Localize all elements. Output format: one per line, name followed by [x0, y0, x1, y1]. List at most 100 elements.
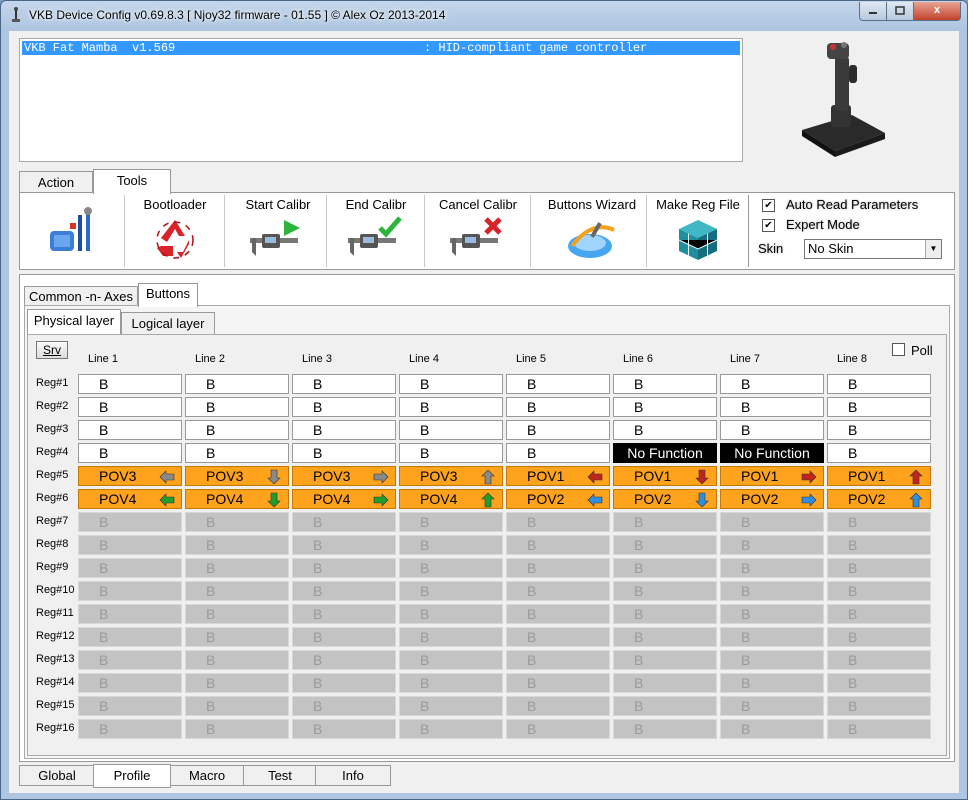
reg-cell[interactable]: B [185, 397, 289, 417]
reg-cell[interactable]: B [506, 512, 610, 532]
reg-cell[interactable]: POV4 [78, 489, 182, 509]
tab-info[interactable]: Info [315, 765, 391, 786]
tab-tools[interactable]: Tools [93, 169, 171, 194]
reg-cell[interactable]: B [506, 604, 610, 624]
reg-cell[interactable]: B [827, 650, 931, 670]
reg-cell[interactable]: B [827, 397, 931, 417]
reg-cell[interactable]: B [185, 558, 289, 578]
reg-cell[interactable]: B [827, 535, 931, 555]
reg-cell[interactable]: B [827, 374, 931, 394]
reg-cell[interactable]: B [720, 397, 824, 417]
reg-cell[interactable]: B [399, 627, 503, 647]
reg-cell[interactable]: B [399, 604, 503, 624]
reg-cell[interactable]: B [827, 420, 931, 440]
tab-test[interactable]: Test [243, 765, 317, 786]
reg-cell[interactable]: B [78, 443, 182, 463]
reg-cell[interactable]: B [506, 535, 610, 555]
tab-logical-layer[interactable]: Logical layer [121, 312, 215, 334]
reg-cell[interactable]: B [399, 673, 503, 693]
reg-cell[interactable]: B [78, 719, 182, 739]
poll-checkbox[interactable] [892, 343, 905, 356]
reg-cell[interactable]: B [506, 719, 610, 739]
reg-cell[interactable]: B [292, 604, 396, 624]
reg-cell[interactable]: B [506, 420, 610, 440]
reg-cell[interactable]: B [506, 397, 610, 417]
reg-cell[interactable]: POV2 [720, 489, 824, 509]
reg-cell[interactable]: B [613, 673, 717, 693]
poll-option[interactable]: Poll [892, 342, 933, 358]
reg-cell[interactable]: B [185, 604, 289, 624]
reg-cell[interactable]: No Function [613, 443, 717, 463]
reg-cell[interactable]: B [292, 673, 396, 693]
reg-cell[interactable]: B [185, 581, 289, 601]
reg-cell[interactable]: B [827, 719, 931, 739]
auto-read-checkbox[interactable]: ✔ [762, 199, 775, 212]
reg-cell[interactable]: B [613, 650, 717, 670]
reg-cell[interactable]: B [827, 673, 931, 693]
reg-cell[interactable]: POV1 [613, 466, 717, 486]
reg-cell[interactable]: B [78, 696, 182, 716]
reg-cell[interactable]: B [506, 374, 610, 394]
reg-cell[interactable]: B [185, 443, 289, 463]
reg-cell[interactable]: B [78, 397, 182, 417]
reg-cell[interactable]: POV2 [506, 489, 610, 509]
reg-cell[interactable]: B [399, 650, 503, 670]
reg-cell[interactable]: B [292, 420, 396, 440]
reg-cell[interactable]: B [720, 420, 824, 440]
reg-cell[interactable]: B [78, 673, 182, 693]
tab-action[interactable]: Action [19, 171, 93, 193]
reg-cell[interactable]: B [720, 604, 824, 624]
reg-cell[interactable]: B [506, 696, 610, 716]
buttons-wizard-button[interactable]: Buttons Wizard [538, 195, 647, 267]
minimize-button[interactable] [859, 2, 887, 21]
reg-cell[interactable]: B [720, 512, 824, 532]
reg-cell[interactable]: POV1 [506, 466, 610, 486]
maximize-button[interactable] [886, 2, 914, 21]
reg-cell[interactable]: B [399, 397, 503, 417]
skin-select[interactable]: No Skin ▼ [804, 239, 942, 259]
reg-cell[interactable]: B [613, 397, 717, 417]
reg-cell[interactable]: B [827, 581, 931, 601]
reg-cell[interactable]: B [720, 650, 824, 670]
reg-cell[interactable]: POV3 [292, 466, 396, 486]
reg-cell[interactable]: B [399, 696, 503, 716]
reg-cell[interactable]: POV4 [185, 489, 289, 509]
reg-cell[interactable]: B [78, 650, 182, 670]
reg-cell[interactable]: B [720, 581, 824, 601]
reg-cell[interactable]: B [506, 650, 610, 670]
reg-cell[interactable]: B [78, 558, 182, 578]
reg-cell[interactable]: B [292, 581, 396, 601]
reg-cell[interactable]: B [399, 558, 503, 578]
reg-cell[interactable]: POV3 [399, 466, 503, 486]
start-calibr-button[interactable]: Start Calibr [230, 195, 327, 267]
reg-cell[interactable]: B [613, 558, 717, 578]
expert-mode-checkbox[interactable]: ✔ [762, 219, 775, 232]
reg-cell[interactable]: POV3 [78, 466, 182, 486]
reg-cell[interactable]: POV4 [399, 489, 503, 509]
reg-cell[interactable]: B [399, 535, 503, 555]
reg-cell[interactable]: B [613, 512, 717, 532]
reg-cell[interactable]: B [613, 535, 717, 555]
reg-cell[interactable]: B [827, 604, 931, 624]
reg-cell[interactable]: B [185, 719, 289, 739]
reg-cell[interactable]: B [185, 627, 289, 647]
srv-button[interactable]: Srv [36, 341, 68, 359]
reg-cell[interactable]: B [399, 420, 503, 440]
reg-cell[interactable]: B [720, 535, 824, 555]
reg-cell[interactable]: POV2 [613, 489, 717, 509]
reg-cell[interactable]: B [78, 512, 182, 532]
reg-cell[interactable]: B [292, 374, 396, 394]
cancel-calibr-button[interactable]: Cancel Calibr [426, 195, 531, 267]
reg-cell[interactable]: B [185, 673, 289, 693]
reg-cell[interactable]: B [720, 696, 824, 716]
reg-cell[interactable]: B [399, 512, 503, 532]
device-row[interactable]: VKB Fat Mamba v1.569 : HID-compliant gam… [22, 41, 740, 55]
settings-tool[interactable] [20, 195, 125, 267]
reg-cell[interactable]: B [613, 581, 717, 601]
tab-buttons[interactable]: Buttons [138, 283, 198, 307]
reg-cell[interactable]: B [613, 696, 717, 716]
tab-physical-layer[interactable]: Physical layer [27, 309, 121, 334]
reg-cell[interactable]: B [292, 650, 396, 670]
chevron-down-icon[interactable]: ▼ [925, 240, 941, 258]
reg-cell[interactable]: B [720, 719, 824, 739]
